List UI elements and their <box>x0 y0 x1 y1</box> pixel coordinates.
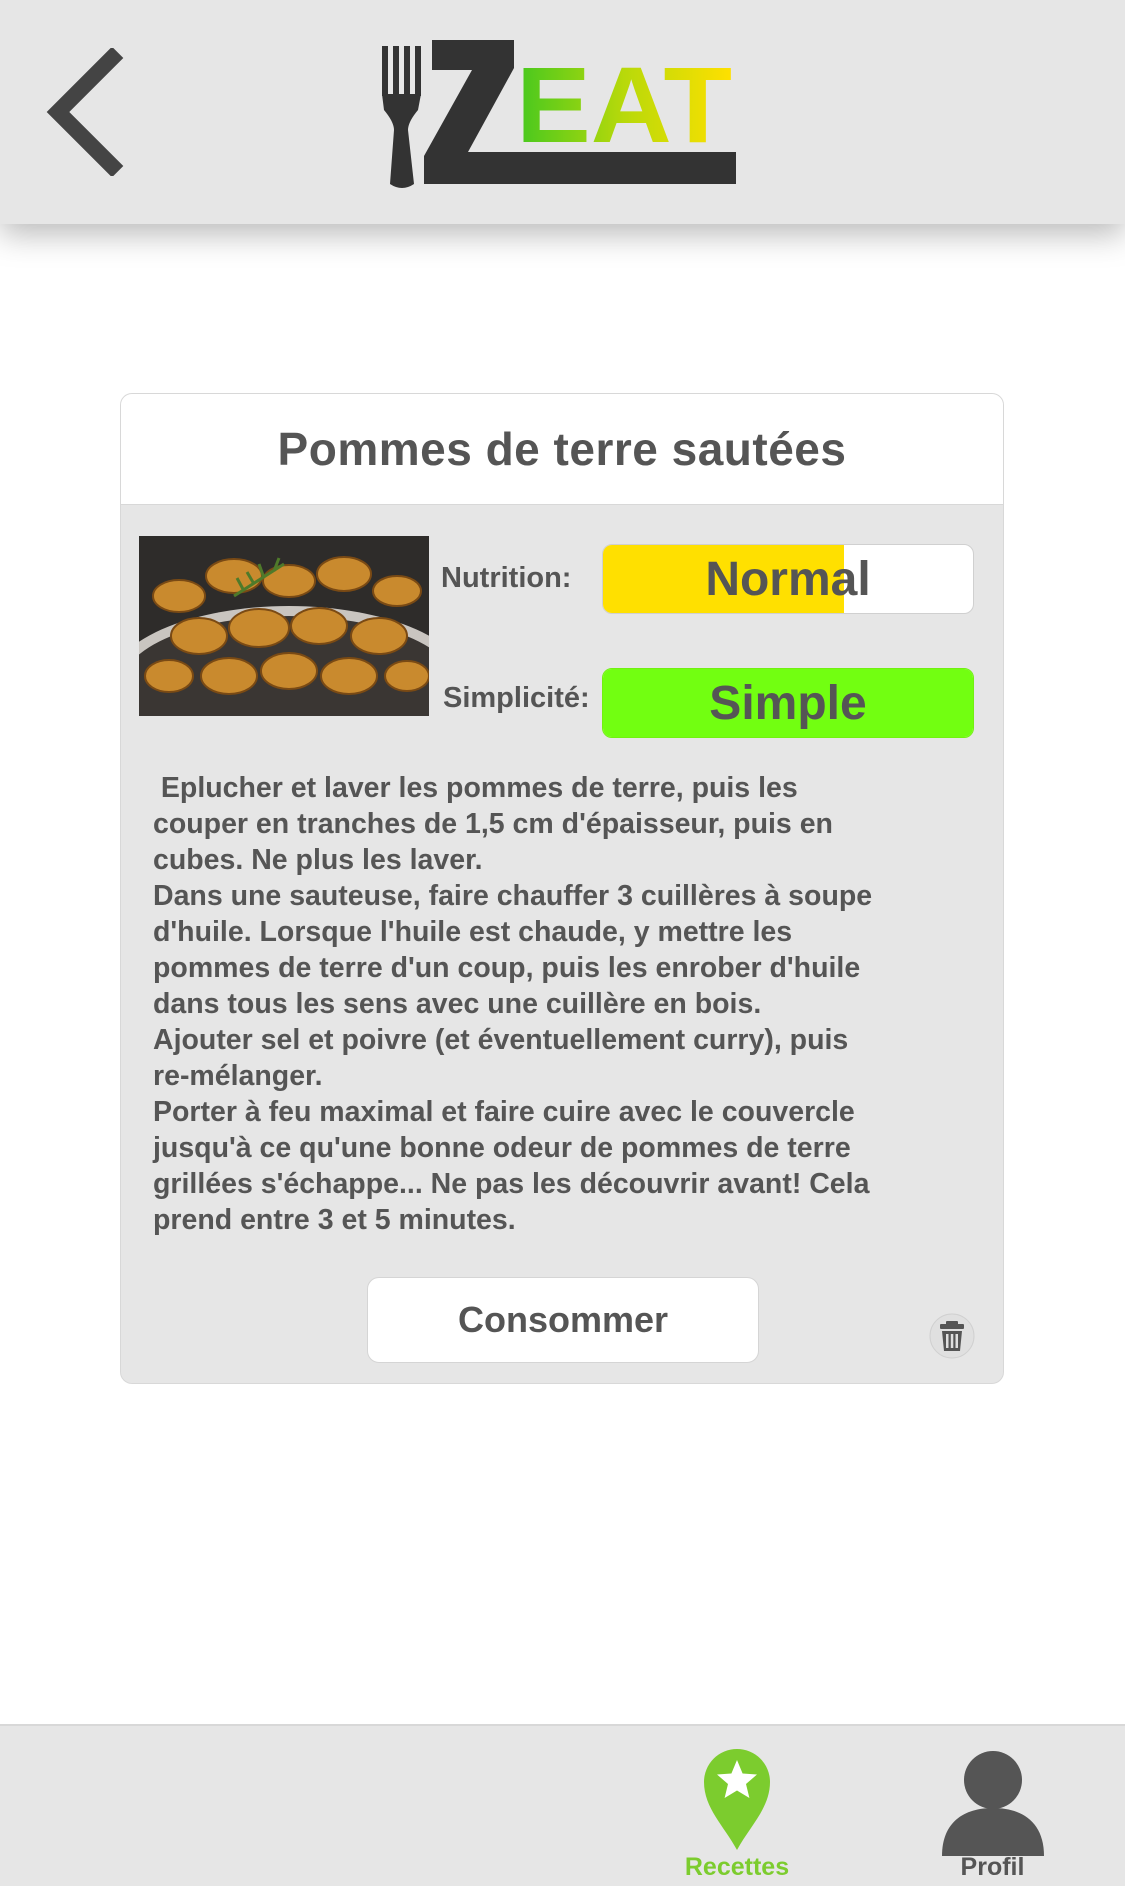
recipe-title: Pommes de terre sautées <box>277 423 847 475</box>
trash-icon <box>929 1313 975 1359</box>
nav-label-recettes: Recettes <box>684 1853 790 1881</box>
nav-label-profil: Profil <box>960 1853 1025 1881</box>
star-pin-icon <box>704 1749 770 1850</box>
fork-icon <box>382 46 421 188</box>
app-logo: EAT <box>380 34 740 190</box>
recipe-instructions: Eplucher et laver les pommes de terre, p… <box>153 772 873 1236</box>
recipe-card: Pommes de terre sautées Nutrition: Norma… <box>120 393 1004 1384</box>
simplicite-value: Simple <box>709 676 867 730</box>
back-button[interactable] <box>40 46 130 178</box>
nutrition-value: Normal <box>705 552 871 606</box>
simplicite-bar: Simple <box>602 668 974 738</box>
nav-item-profil[interactable]: Profil <box>920 1726 1065 1888</box>
delete-button[interactable] <box>929 1313 975 1359</box>
nutrition-bar: Normal <box>602 544 974 614</box>
consume-button[interactable]: Consommer <box>367 1277 759 1363</box>
nav-item-recettes[interactable]: Recettes <box>670 1726 804 1888</box>
chevron-left-icon <box>46 46 124 178</box>
bottom-nav: Recettes Profil <box>0 1724 1125 1886</box>
nutrition-label: Nutrition: <box>441 562 572 594</box>
recipe-image <box>139 536 429 716</box>
logo-text-eat: EAT <box>516 44 732 165</box>
user-icon <box>941 1751 1044 1856</box>
simplicite-label: Simplicité: <box>443 682 590 714</box>
top-bar: EAT <box>0 0 1125 224</box>
recipe-title-bar: Pommes de terre sautées <box>121 394 1003 505</box>
